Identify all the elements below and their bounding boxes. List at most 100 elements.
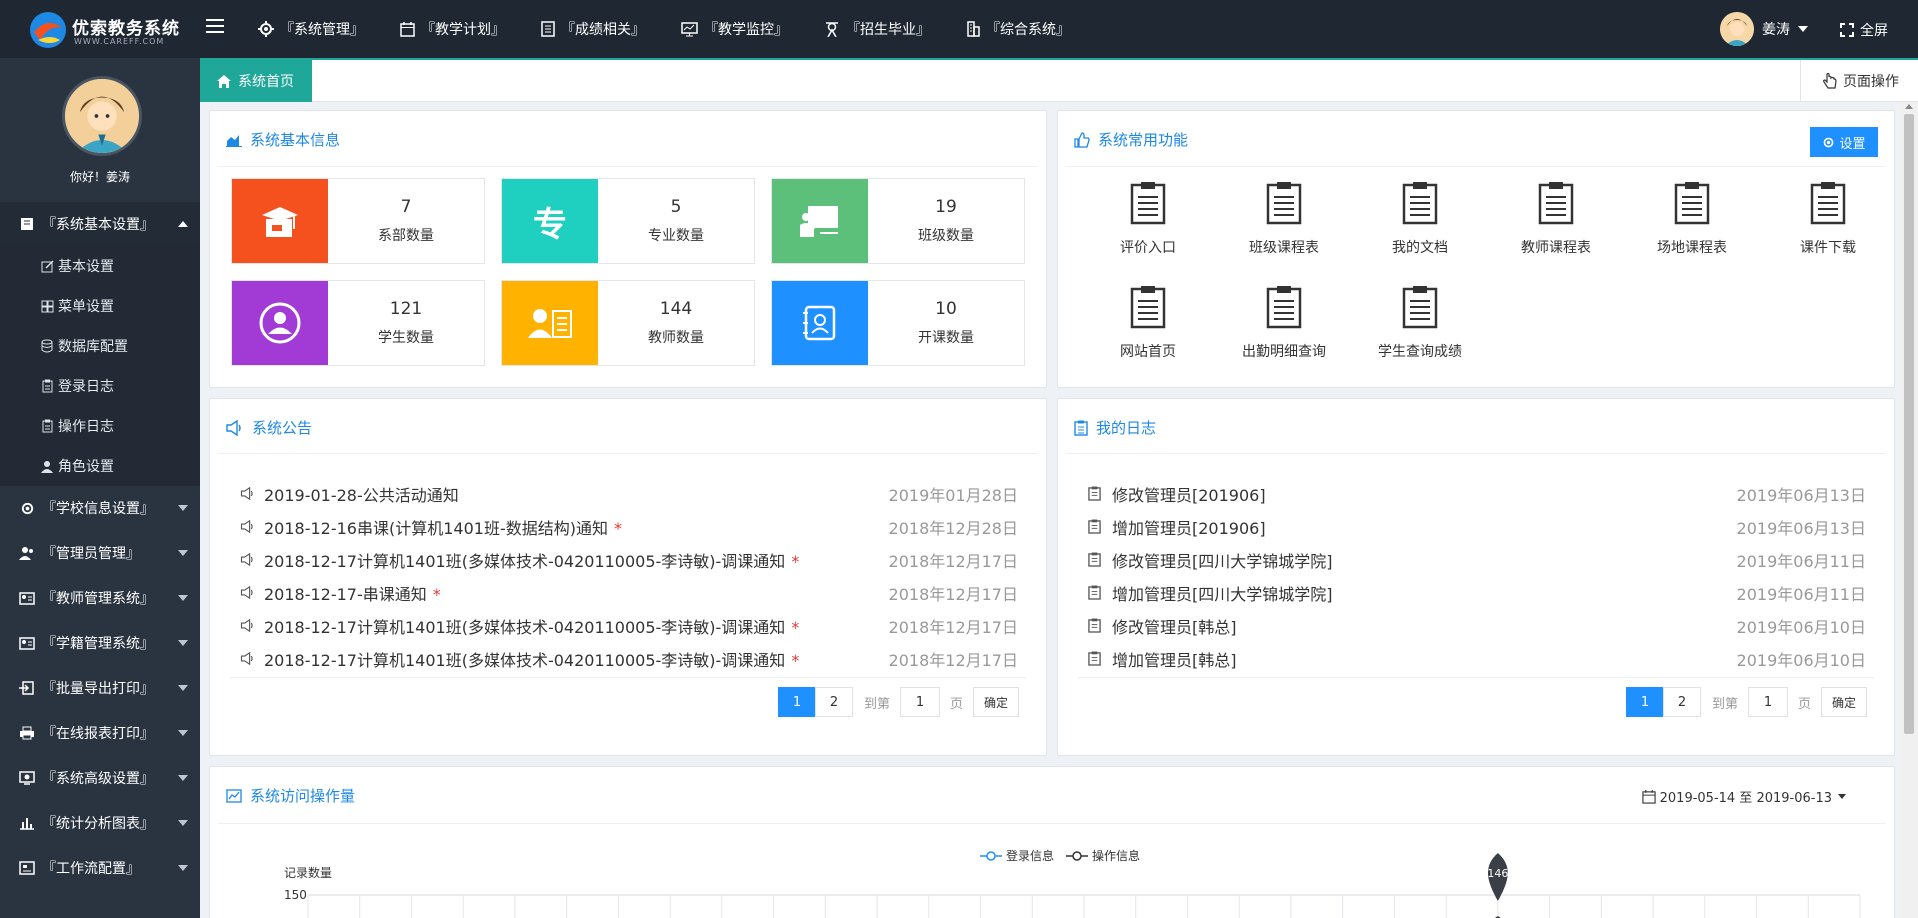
logo-mark-icon bbox=[30, 12, 66, 48]
log-text: 修改管理员[四川大学锦城学院] bbox=[1112, 551, 1333, 571]
sidebar-group-batch-export[interactable]: 『批量导出打印』 bbox=[0, 666, 200, 710]
page-number-input[interactable] bbox=[900, 687, 941, 717]
confirm-page-button[interactable]: 确定 bbox=[1821, 687, 1868, 717]
printer-icon bbox=[18, 724, 36, 742]
clipboard-icon bbox=[1130, 182, 1166, 225]
menu-toggle-icon[interactable] bbox=[206, 19, 224, 39]
sidebar-group-online-reports[interactable]: 『在线报表打印』 bbox=[0, 711, 200, 755]
sidebar-group-student-records[interactable]: 『学籍管理系统』 bbox=[0, 621, 200, 665]
sidebar-group-school-info[interactable]: 『学校信息设置』 bbox=[0, 486, 200, 530]
sidebar-group-admin-management[interactable]: 『管理员管理』 bbox=[0, 531, 200, 575]
user-menu[interactable]: 姜涛 bbox=[1720, 12, 1808, 46]
notice-date: 2018年12月28日 bbox=[888, 518, 1018, 538]
stat-card-courses[interactable]: 10 开课数量 bbox=[771, 280, 1025, 366]
panel-divider bbox=[218, 453, 1038, 454]
chevron-down-icon bbox=[178, 685, 188, 691]
log-row[interactable]: 修改管理员[201906] 2019年06月13日 bbox=[1088, 477, 1866, 510]
confirm-page-button[interactable]: 确定 bbox=[973, 687, 1020, 717]
page-scrollbar[interactable] bbox=[1900, 102, 1918, 918]
page-button[interactable]: 1 bbox=[778, 687, 816, 717]
sidebar-group-statistics-charts[interactable]: 『统计分析图表』 bbox=[0, 801, 200, 845]
tab-home-label: 系统首页 bbox=[238, 74, 294, 90]
sidebar-item-basic-settings[interactable]: 基本设置 bbox=[0, 246, 200, 286]
log-row[interactable]: 修改管理员[四川大学锦城学院] 2019年06月11日 bbox=[1088, 543, 1866, 576]
function-class-schedule[interactable]: 班级课程表 bbox=[1216, 181, 1352, 271]
goto-label: 到第 bbox=[864, 696, 891, 712]
page-number-input[interactable] bbox=[1748, 687, 1789, 717]
sidebar-item-operation-log[interactable]: 操作日志 bbox=[0, 406, 200, 446]
clipboard-icon bbox=[1538, 182, 1574, 225]
function-website-home[interactable]: 网站首页 bbox=[1080, 285, 1216, 375]
sidebar-item-role-settings[interactable]: 角色设置 bbox=[0, 446, 200, 486]
notice-row[interactable]: 2018-12-17计算机1401班(多媒体技术-0420110005-李诗敏)… bbox=[240, 543, 1018, 576]
panel-title-text: 系统基本信息 bbox=[250, 131, 341, 149]
clipboard-icon bbox=[40, 419, 54, 433]
function-venue-schedule[interactable]: 场地课程表 bbox=[1624, 181, 1760, 271]
stat-label: 专业数量 bbox=[648, 228, 704, 244]
sidebar-group-teacher-management[interactable]: 『教师管理系统』 bbox=[0, 576, 200, 620]
sidebar-item-menu-settings[interactable]: 菜单设置 bbox=[0, 286, 200, 326]
topnav-system-management[interactable]: 『系统管理』 bbox=[258, 0, 364, 58]
chart-legend: 登录信息 操作信息 bbox=[980, 847, 1152, 864]
function-teacher-schedule[interactable]: 教师课程表 bbox=[1488, 181, 1624, 271]
sidebar-group-label: 『系统高级设置』 bbox=[42, 771, 154, 787]
log-row[interactable]: 增加管理员[四川大学锦城学院] 2019年06月11日 bbox=[1088, 576, 1866, 609]
sidebar-item-database-config[interactable]: 数据库配置 bbox=[0, 326, 200, 366]
panel-title-text: 系统访问操作量 bbox=[250, 787, 356, 805]
legend-line-marker-icon bbox=[1066, 850, 1089, 861]
stat-card-classes[interactable]: 19 班级数量 bbox=[771, 178, 1025, 264]
function-evaluation-entry[interactable]: 评价入口 bbox=[1080, 181, 1216, 271]
basic-info-title: 系统基本信息 bbox=[226, 129, 340, 150]
stat-card-departments[interactable]: 7 系部数量 bbox=[231, 178, 485, 264]
topnav-label: 『综合系统』 bbox=[986, 22, 1070, 38]
function-student-grade-query[interactable]: 学生查询成绩 bbox=[1352, 285, 1488, 375]
topnav-enrollment-graduation[interactable]: 『招生毕业』 bbox=[824, 0, 930, 58]
notice-row[interactable]: 2018-12-16串课(计算机1401班-数据结构)通知 * 2018年12月28… bbox=[240, 510, 1018, 543]
chevron-down-icon bbox=[178, 505, 188, 511]
stat-card-teachers[interactable]: 144 教师数量 bbox=[501, 280, 755, 366]
log-date: 2019年06月10日 bbox=[1736, 650, 1866, 670]
legend-line-marker-icon bbox=[980, 850, 1002, 861]
clipboard-icon bbox=[1810, 182, 1846, 225]
legend-item-login[interactable]: 登录信息 bbox=[980, 847, 1054, 864]
sidebar-item-login-log[interactable]: 登录日志 bbox=[0, 366, 200, 406]
export-icon bbox=[18, 679, 36, 697]
function-courseware-download[interactable]: 课件下载 bbox=[1760, 181, 1896, 271]
function-my-documents[interactable]: 我的文档 bbox=[1352, 181, 1488, 271]
date-range-picker[interactable]: 2019-05-14 至 2019-06-13 bbox=[1641, 787, 1846, 806]
stat-card-students[interactable]: 121 学生数量 bbox=[231, 280, 485, 366]
page-button[interactable]: 1 bbox=[1626, 687, 1664, 717]
megaphone-icon bbox=[240, 552, 258, 568]
topnav-grades[interactable]: 『成绩相关』 bbox=[541, 0, 645, 58]
chevron-down-icon bbox=[1798, 26, 1808, 32]
notice-row[interactable]: 2018-12-17计算机1401班(多媒体技术-0420110005-李诗敏)… bbox=[240, 609, 1018, 642]
topnav-teaching-monitor[interactable]: 『教学监控』 bbox=[681, 0, 788, 58]
tab-home[interactable]: 系统首页 bbox=[200, 60, 312, 102]
sidebar-group-workflow-config[interactable]: 『工作流配置』 bbox=[0, 846, 200, 890]
log-row[interactable]: 增加管理员[韩总] 2019年06月10日 bbox=[1088, 642, 1866, 675]
notice-row[interactable]: 2019-01-28-公共活动通知 2019年01月28日 bbox=[240, 477, 1018, 510]
stat-value: 19 bbox=[935, 197, 957, 217]
notice-row[interactable]: 2018-12-17计算机1401班(多媒体技术-0420110005-李诗敏)… bbox=[240, 642, 1018, 675]
notice-row[interactable]: 2018-12-17-串课通知 * 2018年12月17日 bbox=[240, 576, 1018, 609]
sidebar-group-basic-settings[interactable]: 『系统基本设置』 bbox=[0, 202, 200, 246]
stat-card-majors[interactable]: 专 5 专业数量 bbox=[501, 178, 755, 264]
settings-button[interactable]: 设置 bbox=[1810, 127, 1878, 157]
page-button[interactable]: 2 bbox=[1663, 687, 1701, 717]
log-date: 2019年06月13日 bbox=[1736, 485, 1866, 505]
app-logo[interactable]: 优索教务系统 WWW.CAREFF.COM bbox=[28, 8, 198, 52]
topnav-integrated-system[interactable]: 『综合系统』 bbox=[966, 0, 1070, 58]
scroll-up-arrow-icon[interactable] bbox=[1905, 104, 1913, 109]
sidebar-avatar[interactable] bbox=[62, 76, 142, 156]
log-row[interactable]: 修改管理员[韩总] 2019年06月10日 bbox=[1088, 609, 1866, 642]
legend-item-operation[interactable]: 操作信息 bbox=[1066, 847, 1140, 864]
log-row[interactable]: 增加管理员[201906] 2019年06月13日 bbox=[1088, 510, 1866, 543]
sidebar-group-advanced-settings[interactable]: 『系统高级设置』 bbox=[0, 756, 200, 800]
legend-label: 登录信息 bbox=[1006, 849, 1055, 863]
fullscreen-button[interactable]: 全屏 bbox=[1840, 20, 1888, 40]
scrollbar-thumb[interactable] bbox=[1904, 114, 1914, 734]
page-button[interactable]: 2 bbox=[815, 687, 853, 717]
topnav-teaching-plan[interactable]: 『教学计划』 bbox=[400, 0, 505, 58]
page-operations-button[interactable]: 页面操作 bbox=[1800, 60, 1918, 102]
function-attendance-query[interactable]: 出勤明细查询 bbox=[1216, 285, 1352, 375]
